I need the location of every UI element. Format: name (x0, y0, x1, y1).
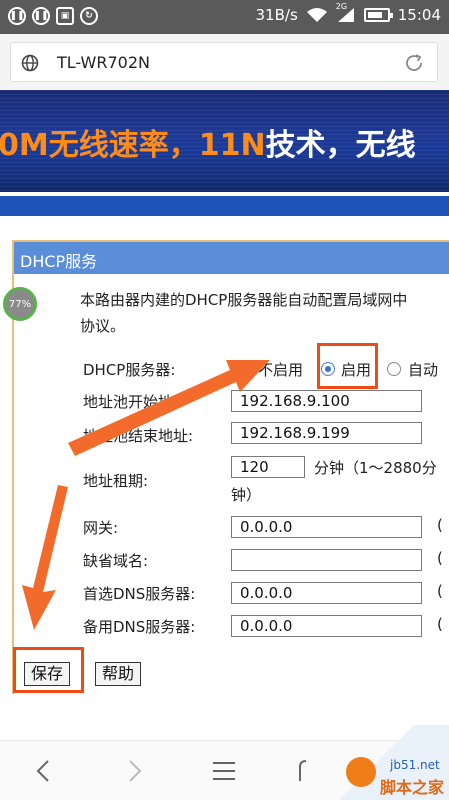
watermark-url: jb51.net (390, 758, 440, 772)
watermark-logo-icon (346, 757, 376, 787)
home-icon[interactable] (296, 757, 324, 785)
watermark-name: 脚本之家 (380, 778, 445, 797)
arrow-to-save-icon (22, 485, 68, 630)
arrow-to-enable-icon (68, 360, 270, 456)
annotation-arrows (22, 360, 270, 630)
back-icon[interactable] (30, 757, 58, 785)
forward-icon[interactable] (120, 757, 148, 785)
menu-icon[interactable] (210, 757, 238, 785)
